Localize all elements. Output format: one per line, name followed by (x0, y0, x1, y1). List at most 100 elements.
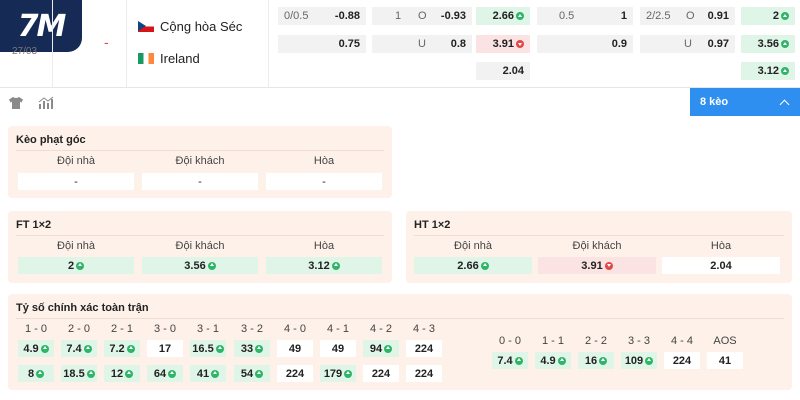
odds-value: 18.5 (63, 367, 85, 380)
card-title: Tỷ số chính xác toàn trận (16, 302, 149, 314)
score-label: 4 - 2 (363, 323, 399, 335)
score-label: 2 - 0 (61, 323, 97, 335)
score-odds-cell[interactable]: 7.4 (61, 340, 97, 357)
odds-cell[interactable]: U 0.8 (372, 35, 472, 53)
score-odds-cell[interactable]: 33 (234, 340, 270, 357)
home-team[interactable]: Cộng hòa Séc (138, 19, 242, 34)
odds-value: 179 (323, 367, 343, 380)
odds-value: - (198, 175, 202, 188)
arrow-up-icon (516, 12, 524, 20)
odds-cell[interactable]: 2/2.5 O 0.91 (640, 7, 735, 25)
divider (414, 235, 784, 236)
odds-cell[interactable]: 3.56 (741, 35, 795, 53)
odds-cell[interactable]: 3.91 (476, 35, 530, 53)
score-label-text: 3 - 0 (153, 323, 176, 335)
arrow-up-icon (76, 261, 85, 270)
odds-over-label: O (686, 10, 695, 22)
score-odds-cell[interactable]: 109 (621, 352, 657, 369)
odds-cell[interactable]: U 0.97 (640, 35, 735, 53)
odds-value-draw[interactable]: 2.04 (662, 257, 780, 274)
score-odds-cell[interactable]: 224 (664, 352, 700, 369)
score-odds-cell[interactable]: 16.5 (190, 340, 226, 357)
arrow-up-icon (211, 369, 220, 378)
odds-value: 224 (285, 367, 305, 380)
score-label: 3 - 3 (621, 335, 657, 347)
odds-value-home[interactable]: - (18, 173, 134, 190)
col-label-home: Đội nhà (57, 240, 95, 252)
odds-value-away[interactable]: 3.56 (142, 257, 258, 274)
odds-cell[interactable]: 0.75 (278, 35, 366, 53)
odds-value-away[interactable]: - (142, 173, 258, 190)
odds-value-away[interactable]: 3.91 (538, 257, 656, 274)
odds-value-draw[interactable]: 3.12 (266, 257, 382, 274)
odds-value: 7.4 (66, 342, 82, 355)
score-label: 1 - 0 (18, 323, 54, 335)
score-odds-cell[interactable]: 12 (104, 365, 140, 382)
score-label: AOS (707, 335, 743, 347)
odds-cell[interactable]: 0/0.5 -0.88 (278, 7, 366, 25)
shirt-icon[interactable] (8, 96, 24, 110)
score-odds-cell[interactable]: 94 (363, 340, 399, 357)
odds-value: 0.97 (707, 38, 729, 50)
score-odds-cell[interactable]: 64 (147, 365, 183, 382)
odds-handicap: 0.5 (559, 10, 575, 22)
score-odds-cell[interactable]: 49 (320, 340, 356, 357)
score-odds-cell[interactable]: 224 (406, 340, 442, 357)
odds-cell[interactable]: 3.12 (741, 62, 795, 80)
score-label-text: 4 - 3 (412, 323, 435, 335)
odds-value: 0.75 (338, 38, 360, 50)
score-odds-cell[interactable]: 224 (363, 365, 399, 382)
score-odds-cell[interactable]: 18.5 (61, 365, 97, 382)
odds-value-home[interactable]: 2.66 (414, 257, 532, 274)
odds-cell[interactable]: 2.04 (476, 62, 530, 80)
score-odds-cell[interactable]: 179 (320, 365, 356, 382)
col-label-away: Đội khách (175, 240, 225, 252)
odds-cell[interactable]: 0.5 1 (537, 7, 633, 25)
arrow-up-icon (331, 261, 340, 270)
odds-value-draw[interactable]: - (266, 173, 382, 190)
odds-count-button[interactable]: 8 kèo (690, 88, 800, 116)
col-label-away: Đội khách (572, 240, 622, 252)
score-odds-cell[interactable]: 7.4 (492, 352, 528, 369)
score-odds-cell[interactable]: 41 (190, 365, 226, 382)
score-odds-cell[interactable]: 8 (18, 365, 54, 382)
score-odds-cell[interactable]: 224 (406, 365, 442, 382)
brand-logo[interactable]: 7M (0, 0, 82, 52)
arrow-up-icon (344, 369, 353, 378)
score-odds-cell[interactable]: 16 (578, 352, 614, 369)
odds-value: 4.9 (540, 354, 556, 367)
arrow-up-icon (40, 344, 49, 353)
arrow-up-icon (83, 344, 92, 353)
score-label: 3 - 1 (190, 323, 226, 335)
score-odds-cell[interactable]: 7.2 (104, 340, 140, 357)
score-odds-cell[interactable]: 4.9 (535, 352, 571, 369)
arrow-up-icon (645, 356, 654, 365)
score-label-text: 3 - 3 (627, 335, 650, 347)
stats-icon[interactable] (38, 96, 54, 110)
score-odds-cell[interactable]: 41 (707, 352, 743, 369)
score-odds-cell[interactable]: 4.9 (18, 340, 54, 357)
divider (126, 0, 127, 88)
odds-value: 16.5 (192, 342, 214, 355)
score-odds-cell[interactable]: 17 (147, 340, 183, 357)
flag-ireland-icon (138, 53, 154, 64)
arrow-down-icon (604, 261, 613, 270)
odds-line: 2/2.5 (646, 10, 671, 22)
arrow-up-icon (126, 344, 135, 353)
odds-cell[interactable]: 0.9 (537, 35, 633, 53)
score-odds-cell[interactable]: 49 (277, 340, 313, 357)
odds-under-label: U (418, 38, 426, 50)
away-team[interactable]: Ireland (138, 51, 200, 66)
score-odds-cell[interactable]: 54 (234, 365, 270, 382)
score-odds-cell[interactable]: 224 (277, 365, 313, 382)
odds-value: 2 (67, 259, 75, 272)
odds-value: 2.66 (457, 259, 479, 272)
odds-cell[interactable]: 2.66 (476, 7, 530, 25)
odds-value: 4.9 (23, 342, 39, 355)
odds-cell[interactable]: 2 (741, 7, 795, 25)
odds-value-home[interactable]: 2 (18, 257, 134, 274)
match-date: 27/03 (12, 46, 38, 57)
odds-cell[interactable]: 1 O -0.93 (372, 7, 472, 25)
odds-value: 2 (772, 10, 779, 22)
score-label: 0 - 0 (492, 335, 528, 347)
